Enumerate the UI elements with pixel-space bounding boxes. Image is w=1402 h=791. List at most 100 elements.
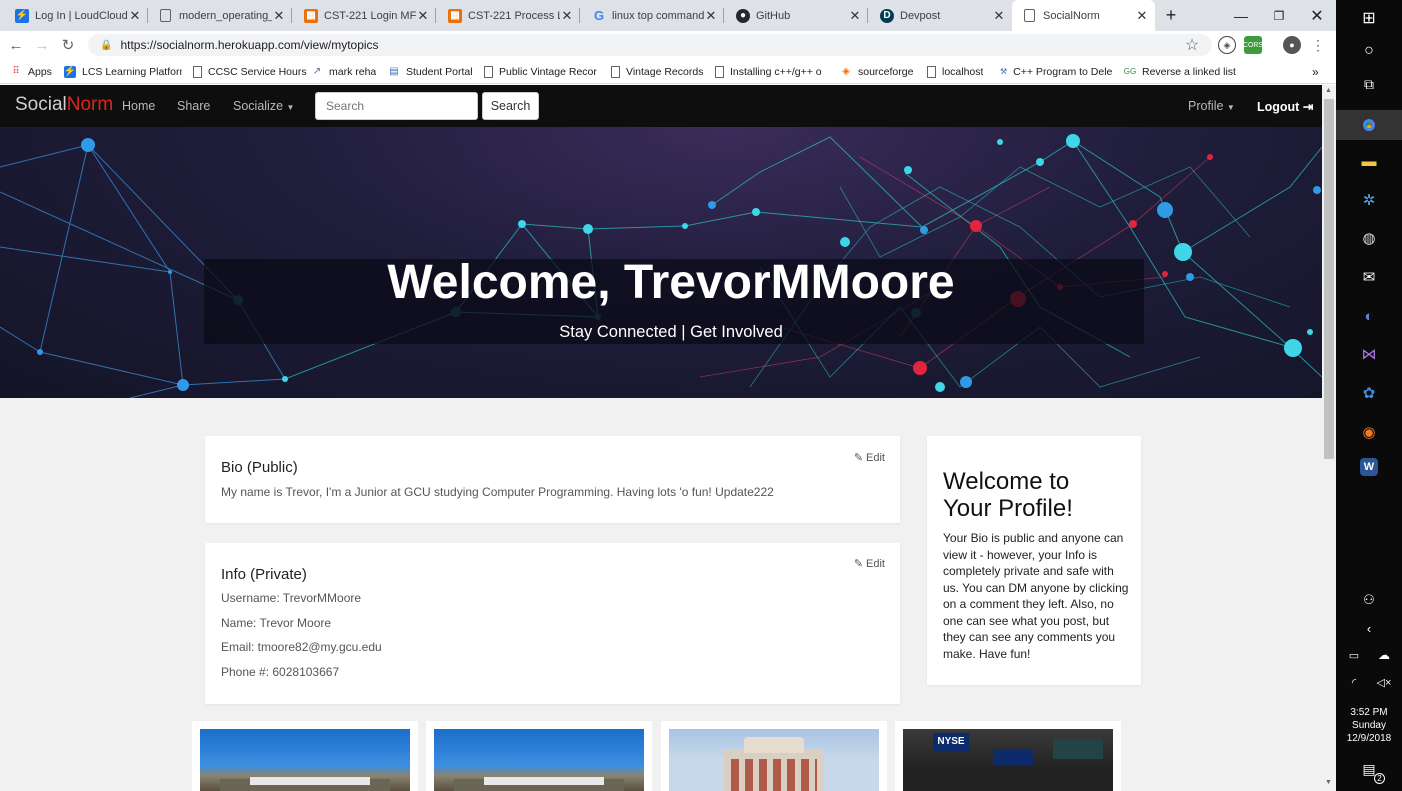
bookmark-label: Reverse a linked list (1142, 65, 1236, 78)
topic-thumbnail[interactable] (661, 721, 887, 791)
info-card: ✎ Edit Info (Private) Username: TrevorMMo… (205, 543, 900, 704)
tab-title: modern_operating_sy (179, 9, 272, 22)
bookmark-reverse-linked-list[interactable]: GG Reverse a linked list (1124, 59, 1238, 84)
hero-title: Welcome, TrevorMMoore (387, 256, 955, 309)
notifications-icon[interactable]: ▤ 2 (1357, 757, 1385, 784)
close-icon[interactable]: ✕ (848, 8, 862, 24)
bookmark-localhost[interactable]: localhost (927, 59, 983, 84)
search-button[interactable]: Search (482, 92, 539, 120)
logout-link[interactable]: Logout ⇥ (1257, 99, 1313, 114)
page-scrollbar[interactable]: ▲ ▼ (1322, 85, 1336, 791)
bookmark-label: mark reha (329, 65, 377, 78)
onedrive-cloud-icon[interactable]: ☁ (1372, 643, 1396, 667)
tab-modern-operating[interactable]: modern_operating_sy ✕ (148, 0, 292, 31)
info-name: Name: Trevor Moore (221, 616, 332, 630)
restore-window-icon[interactable]: ❐ (1260, 0, 1298, 31)
bookmark-installing-cpp[interactable]: Installing c++/g++ o (715, 59, 827, 84)
cortana-circle-icon[interactable]: ○ (1357, 39, 1381, 63)
app-icon[interactable]: ✿ (1357, 381, 1381, 405)
bookmark-label: CCSC Service Hours (208, 65, 307, 78)
bookmark-apps[interactable]: ⠿ Apps (10, 59, 52, 84)
new-tab-button[interactable]: + (1152, 0, 1190, 31)
cors-extension-icon[interactable]: CORS (1243, 36, 1263, 54)
bookmark-cpp-delete[interactable]: ⚒ C++ Program to Dele (1000, 59, 1112, 84)
tab-cst221-process[interactable]: ▦ CST-221 Process List ✕ (436, 0, 580, 31)
scroll-down-arrow-icon[interactable]: ▼ (1325, 779, 1332, 786)
bookmark-label: Public Vintage Recor (499, 65, 597, 78)
menu-kebab-icon[interactable]: ⋮ (1308, 35, 1328, 55)
tab-github[interactable]: ● GitHub ✕ (724, 0, 868, 31)
bookmarks-overflow-button[interactable]: » (1312, 59, 1319, 84)
bookmark-mark-reha[interactable]: ↗ mark reha (311, 59, 376, 84)
minimize-window-icon[interactable]: — (1222, 0, 1260, 31)
mail-icon[interactable]: ✉ (1357, 265, 1381, 289)
info-title: Info (Private) (221, 566, 307, 583)
close-icon[interactable]: ✕ (1135, 8, 1149, 24)
back-arrow-icon[interactable]: ← (6, 35, 26, 55)
info-username: Username: TrevorMMoore (221, 591, 362, 605)
app-icon[interactable]: ◍ (1357, 226, 1381, 250)
profile-avatar-icon[interactable]: ● (1283, 36, 1301, 54)
hero-subtitle: Stay Connected | Get Involved (559, 323, 783, 341)
word-icon[interactable]: W (1360, 458, 1378, 476)
tab-devpost[interactable]: D Devpost ✕ (868, 0, 1012, 31)
profile-dropdown[interactable]: Profile ▼ (1188, 99, 1235, 113)
close-icon[interactable]: ✕ (992, 8, 1006, 24)
file-explorer-icon[interactable]: ▬ (1357, 149, 1381, 173)
star-bookmark-icon[interactable]: ☆ (1182, 35, 1202, 55)
close-window-icon[interactable]: ✕ (1298, 0, 1336, 31)
bookmark-sourceforge[interactable]: ◈ sourceforge (840, 59, 913, 84)
scrollbar-thumb[interactable] (1324, 99, 1334, 459)
chrome-taskbar-icon[interactable] (1336, 110, 1402, 140)
address-bar[interactable]: 🔒 https://socialnorm.herokuapp.com/view/… (88, 34, 1212, 56)
brand-logo[interactable]: SocialNorm (15, 94, 113, 116)
battery-icon[interactable]: ▭ (1342, 643, 1366, 667)
close-icon[interactable]: ✕ (416, 8, 430, 24)
info-email: Email: tmoore82@my.gcu.edu (221, 640, 382, 654)
tab-linux-top[interactable]: G linux top command ✕ (580, 0, 724, 31)
bookmark-label: Apps (28, 65, 52, 78)
search-input[interactable] (315, 92, 478, 120)
welcome-card: Welcome to Your Profile! Your Bio is pub… (927, 436, 1141, 685)
tab-loudcloud[interactable]: ⚡ Log In | LoudCloud Sy ✕ (3, 0, 148, 31)
gfg-icon: GG (1124, 67, 1137, 76)
close-icon[interactable]: ✕ (272, 8, 286, 24)
bookmark-student-portal[interactable]: ▤ Student Portal (388, 59, 472, 84)
bookmark-vintage-records[interactable]: Vintage Records (611, 59, 703, 84)
topic-thumbnail[interactable] (192, 721, 418, 791)
tab-cst221-login[interactable]: ▦ CST-221 Login MFA ✕ (292, 0, 436, 31)
windows-start-icon[interactable]: ⊞ (1357, 6, 1381, 30)
chevron-left-icon[interactable]: ‹ (1357, 616, 1381, 640)
close-icon[interactable]: ✕ (560, 8, 574, 24)
bookmark-lcs[interactable]: ⚡ LCS Learning Platform (64, 59, 182, 84)
app-icon[interactable]: ✲ (1357, 188, 1381, 212)
volume-muted-icon[interactable]: ◁× (1372, 670, 1396, 694)
bookmark-public-vintage[interactable]: Public Vintage Recor (484, 59, 598, 84)
visual-studio-icon[interactable]: ⋈ (1357, 342, 1381, 366)
extension-icon[interactable]: ◈ (1218, 36, 1236, 54)
close-icon[interactable]: ✕ (128, 8, 142, 24)
system-clock[interactable]: 3:52 PM Sunday 12/9/2018 (1336, 706, 1402, 745)
clock-date: 12/9/2018 (1346, 733, 1392, 744)
topic-thumbnail[interactable] (426, 721, 652, 791)
people-icon[interactable]: ⚇ (1357, 588, 1381, 612)
scroll-up-arrow-icon[interactable]: ▲ (1325, 87, 1332, 94)
bio-edit-button[interactable]: ✎ Edit (854, 451, 885, 465)
eclipse-icon[interactable]: ◐ (1357, 304, 1381, 328)
wifi-icon[interactable]: ◜ (1342, 670, 1366, 694)
compass-icon[interactable]: ◉ (1357, 420, 1381, 444)
close-icon[interactable]: ✕ (704, 8, 718, 24)
document-icon (160, 9, 171, 22)
reload-icon[interactable]: ↻ (58, 35, 78, 55)
bookmark-ccsc[interactable]: CCSC Service Hours (193, 59, 307, 84)
tab-socialnorm[interactable]: SocialNorm ✕ (1012, 0, 1155, 31)
info-edit-button[interactable]: ✎ Edit (854, 557, 885, 571)
nav-share-link[interactable]: Share (177, 99, 210, 113)
nav-socialize-dropdown[interactable]: Socialize ▼ (233, 99, 294, 113)
forward-arrow-icon[interactable]: → (32, 35, 52, 55)
topic-thumbnail[interactable]: NYSE (895, 721, 1121, 791)
task-view-icon[interactable]: ⧉ (1357, 72, 1381, 96)
clock-time: 3:52 PM (1350, 707, 1388, 718)
devpost-icon: D (880, 8, 894, 23)
nav-home-link[interactable]: Home (122, 99, 155, 113)
